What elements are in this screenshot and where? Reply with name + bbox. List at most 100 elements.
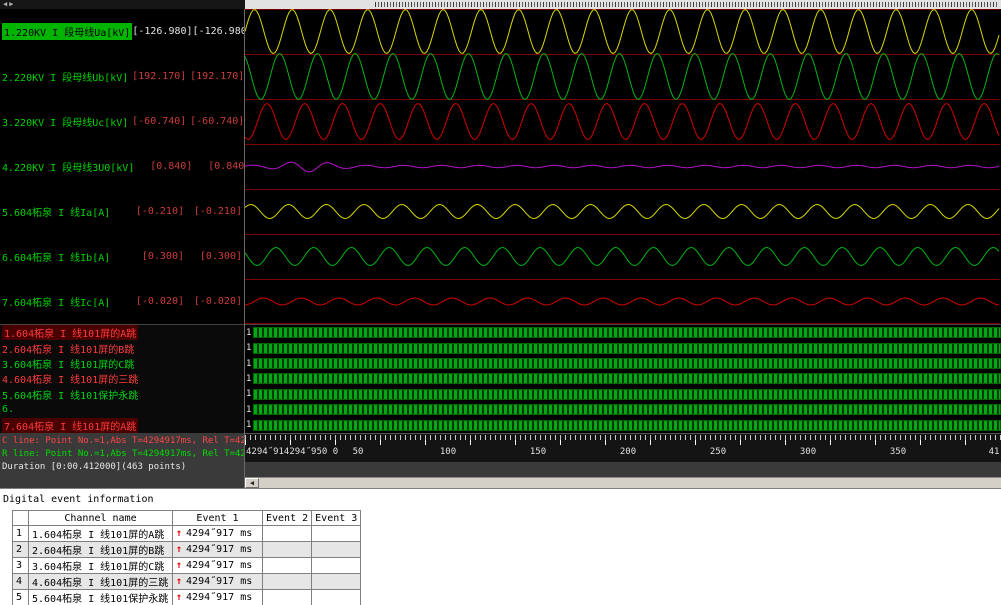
analog-channel-value-end: [-0.020]	[184, 296, 242, 307]
analog-channel-label: 6.604柘泉 I 线Ib[A]	[2, 249, 110, 264]
digital-channel-row[interactable]: 6.	[0, 402, 244, 417]
event-table-header-cell: Event 1	[173, 511, 263, 526]
digital-channel-row[interactable]: 2.604柘泉 I 线101屏的B跳	[0, 340, 244, 355]
event3-cell	[312, 590, 361, 605]
analog-channel-row[interactable]: 1.220KV I 段母线Ua[kV][-126.980][-126.980]	[0, 9, 244, 54]
event-row-number: 1	[13, 526, 29, 542]
event-row[interactable]: 22.604柘泉 I 线101屏的B跳↑4294˝917 ms	[13, 542, 361, 558]
digital-trace-row[interactable]: 1	[245, 371, 1001, 386]
scrollbar-track[interactable]	[259, 478, 1001, 488]
time-axis-label: 100	[440, 447, 456, 457]
waveform-trace	[245, 248, 999, 266]
analog-channel-row[interactable]: 6.604柘泉 I 线Ib[A] [0.300][0.300]	[0, 234, 244, 279]
analog-channel-row[interactable]: 5.604柘泉 I 线Ia[A][-0.210][-0.210]	[0, 189, 244, 234]
digital-channel-row[interactable]: 3.604柘泉 I 线101屏的C跳	[0, 356, 244, 371]
c-line-status: C line: Point No.=1,Abs T=4294917ms, Rel…	[2, 435, 242, 448]
analog-channel-value-end: [-60.740]	[186, 116, 244, 127]
digital-channel-row[interactable]: 7.604柘泉 I 线101屏的A跳	[0, 418, 244, 433]
analog-channel-row[interactable]: 3.220KV I 段母线Uc[kV][-60.740][-60.740]	[0, 99, 244, 144]
analog-channel-value-end: [192.170]	[186, 71, 244, 82]
analog-channel-values: [-60.740][-60.740]	[128, 116, 244, 127]
event1-cell: ↑4294˝917 ms	[173, 574, 263, 590]
analog-channel-value-start: [192.170]	[128, 71, 186, 82]
event-row[interactable]: 33.604柘泉 I 线101屏的C跳↑4294˝917 ms	[13, 558, 361, 574]
event2-cell	[263, 558, 312, 574]
analog-channel-value-end: [-0.210]	[184, 206, 242, 217]
digital-state-bar	[253, 343, 1001, 354]
analog-channel-value-start: [0.840]	[134, 161, 192, 172]
event-table-header-cell: Event 3	[312, 511, 361, 526]
analog-channel-label: 2.220KV I 段母线Ub[kV]	[2, 69, 128, 84]
digital-trace-panel[interactable]: 1111111	[245, 324, 1001, 433]
top-left-icons[interactable]: ◀▶	[0, 0, 245, 9]
digital-channel-label: 4.604柘泉 I 线101屏的三跳	[2, 371, 138, 386]
analog-channel-values: [-0.020][-0.020]	[126, 296, 242, 307]
digital-trace-row[interactable]: 1	[245, 325, 1001, 340]
analog-channel-value-start: [-0.210]	[126, 206, 184, 217]
waveform-trace	[245, 205, 999, 219]
analog-channel-label: 1.220KV I 段母线Ua[kV]	[2, 23, 132, 40]
digital-state-value: 1	[245, 359, 253, 369]
event-up-arrow-icon: ↑	[176, 528, 182, 539]
event-row-number: 5	[13, 590, 29, 605]
horizontal-scrollbar[interactable]: ◀	[245, 477, 1001, 488]
event-up-arrow-icon: ↑	[176, 560, 182, 571]
event2-cell	[263, 542, 312, 558]
digital-state-bar	[253, 373, 1001, 384]
title-bar-fine-text	[245, 0, 1001, 9]
analog-channel-label: 4.220KV I 段母线3U0[kV]	[2, 159, 134, 174]
analog-channel-value-end: [0.840]	[192, 161, 244, 172]
event-row[interactable]: 44.604柘泉 I 线101屏的三跳↑4294˝917 ms	[13, 574, 361, 590]
digital-state-bar	[253, 327, 1001, 338]
digital-event-title: Digital event information	[0, 489, 1001, 507]
analog-channel-values: [-0.210][-0.210]	[126, 206, 242, 217]
analog-channel-row[interactable]: 2.220KV I 段母线Ub[kV][192.170][192.170]	[0, 54, 244, 99]
analog-channel-values: [0.300][0.300]	[126, 251, 242, 262]
event-row[interactable]: 11.604柘泉 I 线101屏的A跳↑4294˝917 ms	[13, 526, 361, 542]
time-axis-left-label: 4294˝914294˝950 0	[246, 447, 338, 457]
event1-time: 4294˝917 ms	[186, 544, 252, 555]
event3-cell	[312, 574, 361, 590]
analog-waveform-panel[interactable]	[245, 9, 1001, 324]
trace-column: 1111111 4294˝914294˝950 0 50100150200250…	[245, 9, 1001, 488]
scroll-left-button[interactable]: ◀	[245, 478, 259, 488]
waveform-trace	[245, 162, 999, 172]
digital-trace-row[interactable]: 1	[245, 402, 1001, 417]
digital-channel-label: 1.604柘泉 I 线101屏的A跳	[2, 325, 138, 340]
analog-channel-label: 3.220KV I 段母线Uc[kV]	[2, 114, 128, 129]
waveform-trace	[245, 298, 999, 305]
waveform-trace	[245, 10, 999, 54]
analog-channel-values: [192.170][192.170]	[128, 71, 244, 82]
digital-channel-row[interactable]: 5.604柘泉 I 线101保护永跳	[0, 387, 244, 402]
digital-state-bar	[253, 389, 1001, 400]
analog-channel-row[interactable]: 4.220KV I 段母线3U0[kV][0.840][0.840]	[0, 144, 244, 189]
event-channel-name: 4.604柘泉 I 线101屏的三跳	[29, 574, 173, 590]
digital-trace-row[interactable]: 1	[245, 340, 1001, 355]
digital-state-bar	[253, 358, 1001, 369]
time-axis-label: 250	[710, 447, 726, 457]
event-row[interactable]: 55.604柘泉 I 线101保护永跳↑4294˝917 ms	[13, 590, 361, 605]
event1-cell: ↑4294˝917 ms	[173, 542, 263, 558]
digital-trace-row[interactable]: 1	[245, 418, 1001, 433]
digital-state-bar	[253, 404, 1001, 415]
digital-state-value: 1	[245, 374, 253, 384]
event1-cell: ↑4294˝917 ms	[173, 558, 263, 574]
event1-time: 4294˝917 ms	[186, 592, 252, 603]
event-table: Channel nameEvent 1Event 2Event 3 11.604…	[12, 510, 361, 605]
digital-channel-label: 6.	[2, 404, 14, 415]
digital-channel-list: 1.604柘泉 I 线101屏的A跳2.604柘泉 I 线101屏的B跳3.60…	[0, 324, 244, 433]
axis-filler	[245, 462, 1001, 477]
analog-channel-row[interactable]: 7.604柘泉 I 线Ic[A][-0.020][-0.020]	[0, 279, 244, 324]
event-channel-name: 2.604柘泉 I 线101屏的B跳	[29, 542, 173, 558]
event2-cell	[263, 590, 312, 605]
digital-channel-row[interactable]: 4.604柘泉 I 线101屏的三跳	[0, 371, 244, 386]
digital-state-value: 1	[245, 343, 253, 353]
waveform-viewer-app: ◀▶ 1.220KV I 段母线Ua[kV][-126.980][-126.98…	[0, 0, 1001, 605]
digital-trace-row[interactable]: 1	[245, 356, 1001, 371]
analog-channel-value-start: [0.300]	[126, 251, 184, 262]
digital-channel-row[interactable]: 1.604柘泉 I 线101屏的A跳	[0, 325, 244, 340]
analog-channel-values: [-126.980][-126.980]	[132, 26, 244, 37]
digital-trace-row[interactable]: 1	[245, 387, 1001, 402]
event-table-header-row: Channel nameEvent 1Event 2Event 3	[13, 511, 361, 526]
time-axis: 4294˝914294˝950 0 5010015020025030035041	[245, 433, 1001, 462]
